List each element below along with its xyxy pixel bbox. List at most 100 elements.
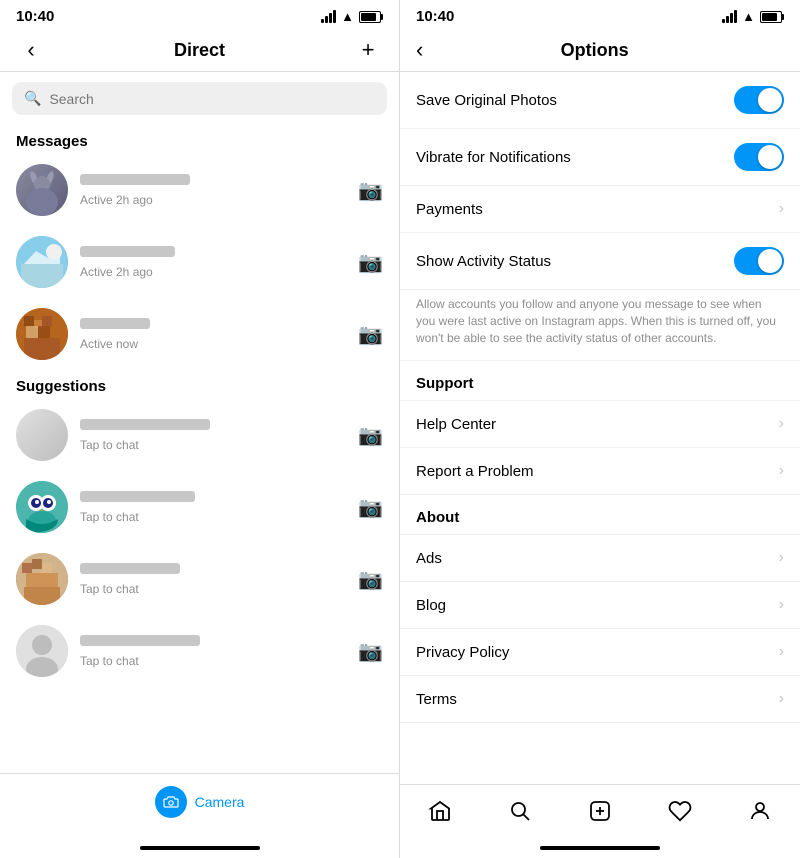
user-name-blur (80, 491, 195, 502)
message-item[interactable]: Active 2h ago 📷 (0, 226, 399, 298)
save-original-photos-toggle[interactable] (734, 86, 784, 114)
message-status-active: Active now (80, 337, 350, 351)
camera-button[interactable]: 📷 (358, 639, 383, 664)
tap-to-chat: Tap to chat (80, 510, 350, 524)
vibrate-notifications-toggle[interactable] (734, 143, 784, 171)
report-problem-label: Report a Problem (416, 463, 534, 480)
show-activity-status-option[interactable]: Show Activity Status (400, 233, 800, 290)
avatar (16, 553, 68, 605)
suggestion-item[interactable]: Tap to chat 📷 (0, 615, 399, 687)
camera-bottom-icon[interactable] (155, 786, 187, 818)
about-section-label: About (400, 495, 800, 535)
chevron-right-icon: › (779, 596, 784, 614)
vibrate-notifications-option[interactable]: Vibrate for Notifications (400, 129, 800, 186)
user-name-blur (80, 419, 210, 430)
message-item[interactable]: Active 2h ago 📷 (0, 154, 399, 226)
tap-to-chat: Tap to chat (80, 654, 350, 668)
options-title: Options (435, 40, 754, 61)
time-right: 10:40 (416, 8, 454, 25)
chevron-right-icon: › (779, 690, 784, 708)
chevron-right-icon: › (779, 549, 784, 567)
avatar (16, 236, 68, 288)
direct-messages-panel: 10:40 ▲ ‹ Direct + 🔍 Messages (0, 0, 400, 858)
help-center-option[interactable]: Help Center › (400, 401, 800, 448)
signal-icon-right (722, 10, 737, 23)
report-problem-option[interactable]: Report a Problem › (400, 448, 800, 495)
vibrate-notifications-label: Vibrate for Notifications (416, 149, 571, 166)
suggestion-item[interactable]: Tap to chat 📷 (0, 543, 399, 615)
camera-button[interactable]: 📷 (358, 178, 383, 203)
search-nav-button[interactable] (500, 795, 540, 834)
payments-label: Payments (416, 201, 483, 218)
user-name-blur (80, 635, 200, 646)
search-bar[interactable]: 🔍 (12, 82, 387, 115)
toggle-knob (758, 249, 782, 273)
direct-header: ‹ Direct + (0, 29, 399, 72)
terms-label: Terms (416, 691, 457, 708)
avatar (16, 481, 68, 533)
user-name-blur (80, 318, 150, 329)
camera-button[interactable]: 📷 (358, 567, 383, 592)
avatar (16, 409, 68, 461)
camera-button[interactable]: 📷 (358, 423, 383, 448)
home-indicator-right (400, 838, 800, 858)
message-status: Active 2h ago (80, 193, 350, 207)
user-name-blur (80, 174, 190, 185)
new-message-button[interactable]: + (353, 37, 383, 63)
activity-description: Allow accounts you follow and anyone you… (400, 290, 800, 361)
privacy-policy-option[interactable]: Privacy Policy › (400, 629, 800, 676)
save-original-photos-option[interactable]: Save Original Photos (400, 72, 800, 129)
back-button-left[interactable]: ‹ (16, 37, 46, 63)
terms-option[interactable]: Terms › (400, 676, 800, 723)
message-list: Messages Active 2h ago 📷 (0, 125, 399, 773)
user-name-blur (80, 563, 180, 574)
suggestion-item[interactable]: Tap to chat 📷 (0, 471, 399, 543)
suggestion-info: Tap to chat (80, 491, 350, 524)
payments-option[interactable]: Payments › (400, 186, 800, 233)
battery-icon-left (359, 11, 383, 23)
messages-section-label: Messages (0, 125, 399, 154)
blog-label: Blog (416, 597, 446, 614)
avatar (16, 308, 68, 360)
blog-option[interactable]: Blog › (400, 582, 800, 629)
bottom-camera-bar: Camera (0, 773, 399, 838)
add-nav-button[interactable] (580, 795, 620, 834)
tap-to-chat: Tap to chat (80, 438, 350, 452)
chevron-right-icon: › (779, 415, 784, 433)
profile-nav-button[interactable] (740, 795, 780, 834)
chevron-right-icon: › (779, 200, 784, 218)
search-icon: 🔍 (24, 90, 41, 107)
activity-nav-button[interactable] (660, 795, 700, 834)
message-info: Active 2h ago (80, 174, 350, 207)
ads-option[interactable]: Ads › (400, 535, 800, 582)
show-activity-status-toggle[interactable] (734, 247, 784, 275)
search-input[interactable] (49, 91, 375, 107)
home-indicator-left (0, 838, 399, 858)
back-button-right[interactable]: ‹ (416, 37, 423, 63)
help-center-label: Help Center (416, 416, 496, 433)
camera-label: Camera (195, 794, 245, 810)
avatar (16, 625, 68, 677)
camera-button[interactable]: 📷 (358, 250, 383, 275)
support-section-label: Support (400, 361, 800, 401)
message-item[interactable]: Active now 📷 (0, 298, 399, 370)
direct-title: Direct (174, 40, 225, 61)
tap-to-chat: Tap to chat (80, 582, 350, 596)
message-status: Active 2h ago (80, 265, 350, 279)
status-icons-left: ▲ (321, 9, 383, 24)
options-list: Save Original Photos Vibrate for Notific… (400, 72, 800, 784)
home-nav-button[interactable] (420, 795, 460, 834)
show-activity-status-label: Show Activity Status (416, 253, 551, 270)
status-bar-left: 10:40 ▲ (0, 0, 399, 29)
suggestion-item[interactable]: Tap to chat 📷 (0, 399, 399, 471)
battery-icon-right (760, 11, 784, 23)
camera-button[interactable]: 📷 (358, 495, 383, 520)
bottom-nav (400, 784, 800, 838)
camera-button[interactable]: 📷 (358, 322, 383, 347)
ads-label: Ads (416, 550, 442, 567)
suggestion-info: Tap to chat (80, 563, 350, 596)
wifi-icon-right: ▲ (742, 9, 755, 24)
save-original-photos-label: Save Original Photos (416, 92, 557, 109)
wifi-icon-left: ▲ (341, 9, 354, 24)
chevron-right-icon: › (779, 643, 784, 661)
